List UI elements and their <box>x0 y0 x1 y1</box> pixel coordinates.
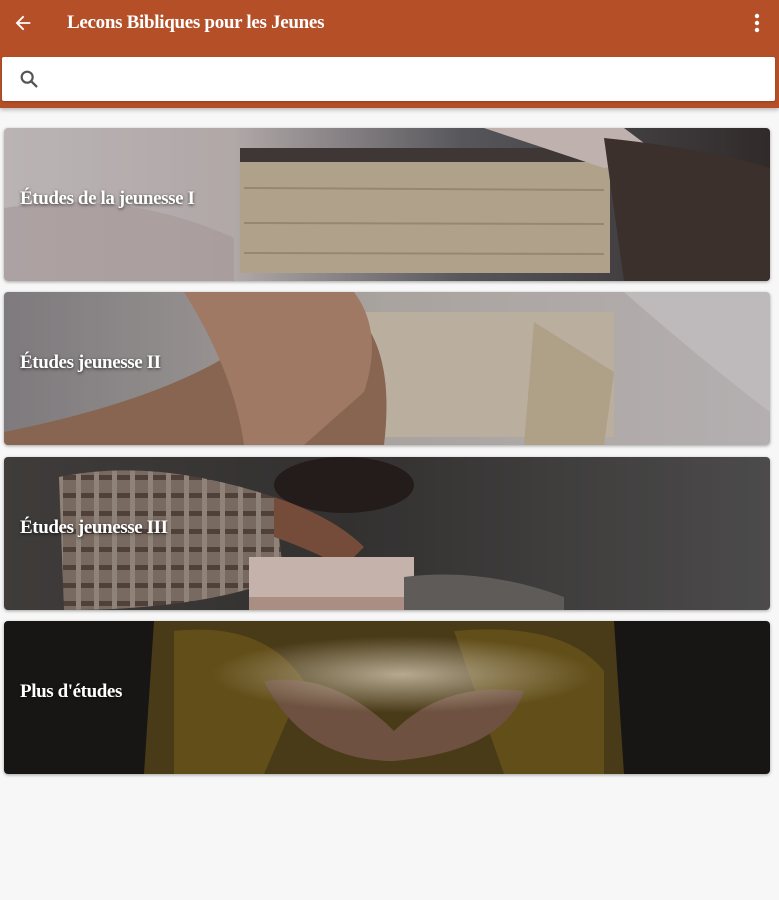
search-input[interactable] <box>52 63 756 97</box>
study-card-1[interactable]: Études de la jeunesse I <box>4 128 770 281</box>
arrow-left-icon <box>15 15 31 31</box>
study-card-3[interactable]: Études jeunesse III <box>4 457 770 610</box>
study-card-4[interactable]: Plus d'études <box>4 621 770 774</box>
card-label: Études de la jeunesse I <box>20 188 195 209</box>
search-bar[interactable] <box>2 57 775 101</box>
overflow-menu-button[interactable] <box>743 8 771 38</box>
study-card-2[interactable]: Études jeunesse II <box>4 292 770 445</box>
back-button[interactable] <box>6 6 40 40</box>
card-label: Études jeunesse III <box>20 517 168 538</box>
card-label: Études jeunesse II <box>20 352 161 373</box>
card-label: Plus d'études <box>20 681 122 702</box>
page-title: Lecons Bibliques pour les Jeunes <box>67 12 325 33</box>
app-bar: Lecons Bibliques pour les Jeunes <box>0 0 779 108</box>
search-icon <box>20 70 38 88</box>
more-vert-icon <box>754 13 760 33</box>
